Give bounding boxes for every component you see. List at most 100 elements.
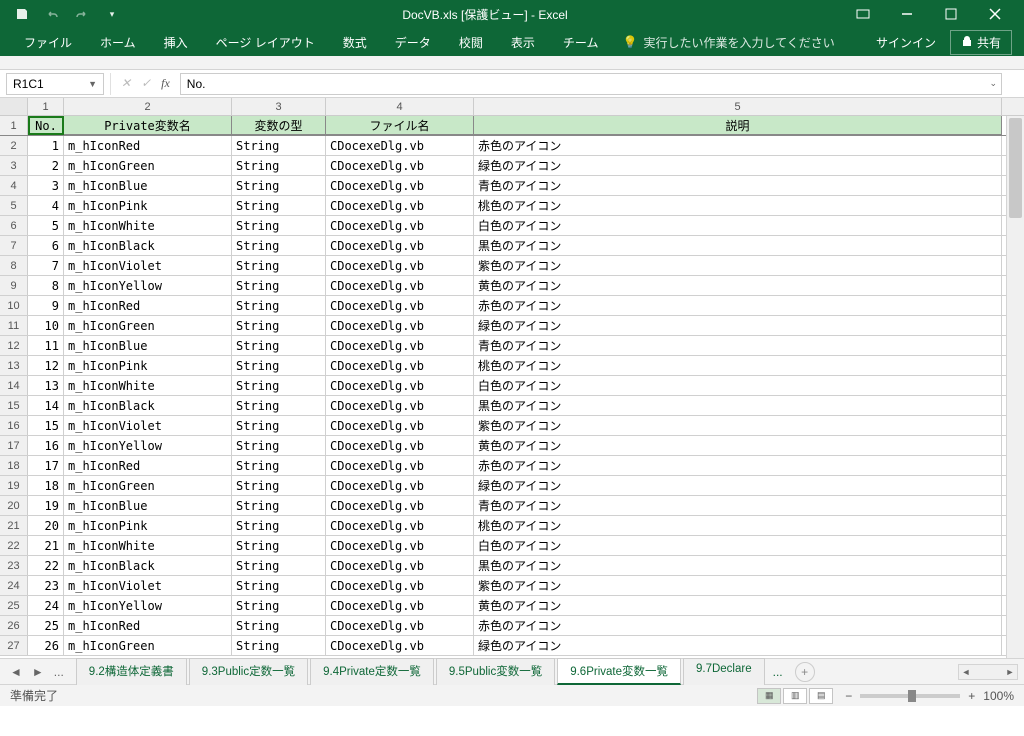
row-header[interactable]: 13	[0, 356, 28, 375]
cell-file[interactable]: CDocexeDlg.vb	[326, 536, 474, 555]
tab-home[interactable]: ホーム	[88, 30, 148, 55]
cell-desc[interactable]: 黄色のアイコン	[474, 596, 1002, 615]
cell-file[interactable]: CDocexeDlg.vb	[326, 176, 474, 195]
cell-varname[interactable]: m_hIconYellow	[64, 436, 232, 455]
col-header-5[interactable]: 5	[474, 98, 1002, 115]
cell-desc[interactable]: 赤色のアイコン	[474, 616, 1002, 635]
cell-no[interactable]: 9	[28, 296, 64, 315]
vertical-scrollbar[interactable]	[1006, 116, 1024, 658]
cell-file[interactable]: CDocexeDlg.vb	[326, 636, 474, 655]
cell-desc[interactable]: 緑色のアイコン	[474, 316, 1002, 335]
cell-no[interactable]: 23	[28, 576, 64, 595]
cell-file[interactable]: CDocexeDlg.vb	[326, 376, 474, 395]
share-button[interactable]: 共有	[950, 30, 1012, 55]
col-header-1[interactable]: 1	[28, 98, 64, 115]
normal-view-icon[interactable]: ▦	[757, 688, 781, 704]
cell-file[interactable]: CDocexeDlg.vb	[326, 336, 474, 355]
row-header[interactable]: 8	[0, 256, 28, 275]
row-header[interactable]: 23	[0, 556, 28, 575]
cell-type[interactable]: String	[232, 556, 326, 575]
cell-no[interactable]: 4	[28, 196, 64, 215]
row-header[interactable]: 24	[0, 576, 28, 595]
cell-no[interactable]: 2	[28, 156, 64, 175]
cell-file[interactable]: CDocexeDlg.vb	[326, 396, 474, 415]
cell-type[interactable]: String	[232, 296, 326, 315]
sheet-tab[interactable]: 9.7Declare	[683, 658, 765, 685]
cell-type[interactable]: String	[232, 476, 326, 495]
sheet-tab[interactable]: 9.3Public定数一覧	[189, 658, 308, 685]
cell-varname[interactable]: m_hIconViolet	[64, 256, 232, 275]
cell-desc[interactable]: 赤色のアイコン	[474, 456, 1002, 475]
sheet-tab[interactable]: 9.6Private変数一覧	[557, 658, 681, 685]
cell-varname[interactable]: m_hIconPink	[64, 356, 232, 375]
row-header[interactable]: 1	[0, 116, 28, 135]
cell-type[interactable]: String	[232, 336, 326, 355]
row-header[interactable]: 14	[0, 376, 28, 395]
close-icon[interactable]	[982, 4, 1008, 24]
row-header[interactable]: 19	[0, 476, 28, 495]
tab-review[interactable]: 校閲	[447, 30, 495, 55]
cell-varname[interactable]: m_hIconPink	[64, 196, 232, 215]
cell-type[interactable]: String	[232, 156, 326, 175]
cell-type[interactable]: String	[232, 396, 326, 415]
row-header[interactable]: 4	[0, 176, 28, 195]
cell-type[interactable]: String	[232, 196, 326, 215]
tab-insert[interactable]: 挿入	[152, 30, 200, 55]
cell-varname[interactable]: m_hIconBlack	[64, 556, 232, 575]
zoom-out-button[interactable]: −	[845, 689, 852, 703]
cell-no[interactable]: 7	[28, 256, 64, 275]
cell-type[interactable]: String	[232, 136, 326, 155]
row-header[interactable]: 26	[0, 616, 28, 635]
cell-desc[interactable]: 黒色のアイコン	[474, 236, 1002, 255]
cell-desc[interactable]: 緑色のアイコン	[474, 636, 1002, 655]
cell-file[interactable]: CDocexeDlg.vb	[326, 316, 474, 335]
cell-varname[interactable]: m_hIconRed	[64, 136, 232, 155]
row-header[interactable]: 10	[0, 296, 28, 315]
cell-varname[interactable]: m_hIconWhite	[64, 536, 232, 555]
cell-varname[interactable]: m_hIconGreen	[64, 476, 232, 495]
tab-view[interactable]: 表示	[499, 30, 547, 55]
header-desc[interactable]: 説明	[474, 116, 1002, 135]
cell-type[interactable]: String	[232, 316, 326, 335]
cell-desc[interactable]: 緑色のアイコン	[474, 156, 1002, 175]
minimize-icon[interactable]	[894, 4, 920, 24]
redo-icon[interactable]	[74, 6, 90, 22]
row-header[interactable]: 11	[0, 316, 28, 335]
row-header[interactable]: 3	[0, 156, 28, 175]
sheet-tab[interactable]: 9.5Public変数一覧	[436, 658, 555, 685]
tab-data[interactable]: データ	[383, 30, 443, 55]
enter-icon[interactable]: ✓	[141, 76, 151, 91]
tab-file[interactable]: ファイル	[12, 30, 84, 55]
cell-type[interactable]: String	[232, 376, 326, 395]
cell-file[interactable]: CDocexeDlg.vb	[326, 476, 474, 495]
row-header[interactable]: 12	[0, 336, 28, 355]
cell-no[interactable]: 12	[28, 356, 64, 375]
cell-desc[interactable]: 黄色のアイコン	[474, 436, 1002, 455]
cell-type[interactable]: String	[232, 616, 326, 635]
col-header-4[interactable]: 4	[326, 98, 474, 115]
cell-no[interactable]: 20	[28, 516, 64, 535]
cell-desc[interactable]: 青色のアイコン	[474, 336, 1002, 355]
cell-type[interactable]: String	[232, 236, 326, 255]
cell-desc[interactable]: 青色のアイコン	[474, 496, 1002, 515]
cell-desc[interactable]: 桃色のアイコン	[474, 516, 1002, 535]
cell-no[interactable]: 26	[28, 636, 64, 655]
cell-varname[interactable]: m_hIconGreen	[64, 316, 232, 335]
cell-file[interactable]: CDocexeDlg.vb	[326, 356, 474, 375]
sheet-nav-prev-icon[interactable]: ◄	[6, 663, 26, 681]
col-header-2[interactable]: 2	[64, 98, 232, 115]
row-header[interactable]: 25	[0, 596, 28, 615]
chevron-down-icon[interactable]: ▼	[88, 79, 97, 89]
cell-no[interactable]: 17	[28, 456, 64, 475]
pagebreak-view-icon[interactable]: ▤	[809, 688, 833, 704]
qat-customize-icon[interactable]: ▾	[104, 6, 120, 22]
cell-type[interactable]: String	[232, 456, 326, 475]
cell-no[interactable]: 8	[28, 276, 64, 295]
tab-team[interactable]: チーム	[551, 30, 611, 55]
cell-type[interactable]: String	[232, 216, 326, 235]
cell-varname[interactable]: m_hIconBlack	[64, 396, 232, 415]
cell-varname[interactable]: m_hIconWhite	[64, 376, 232, 395]
cell-file[interactable]: CDocexeDlg.vb	[326, 516, 474, 535]
cell-type[interactable]: String	[232, 496, 326, 515]
cell-file[interactable]: CDocexeDlg.vb	[326, 276, 474, 295]
